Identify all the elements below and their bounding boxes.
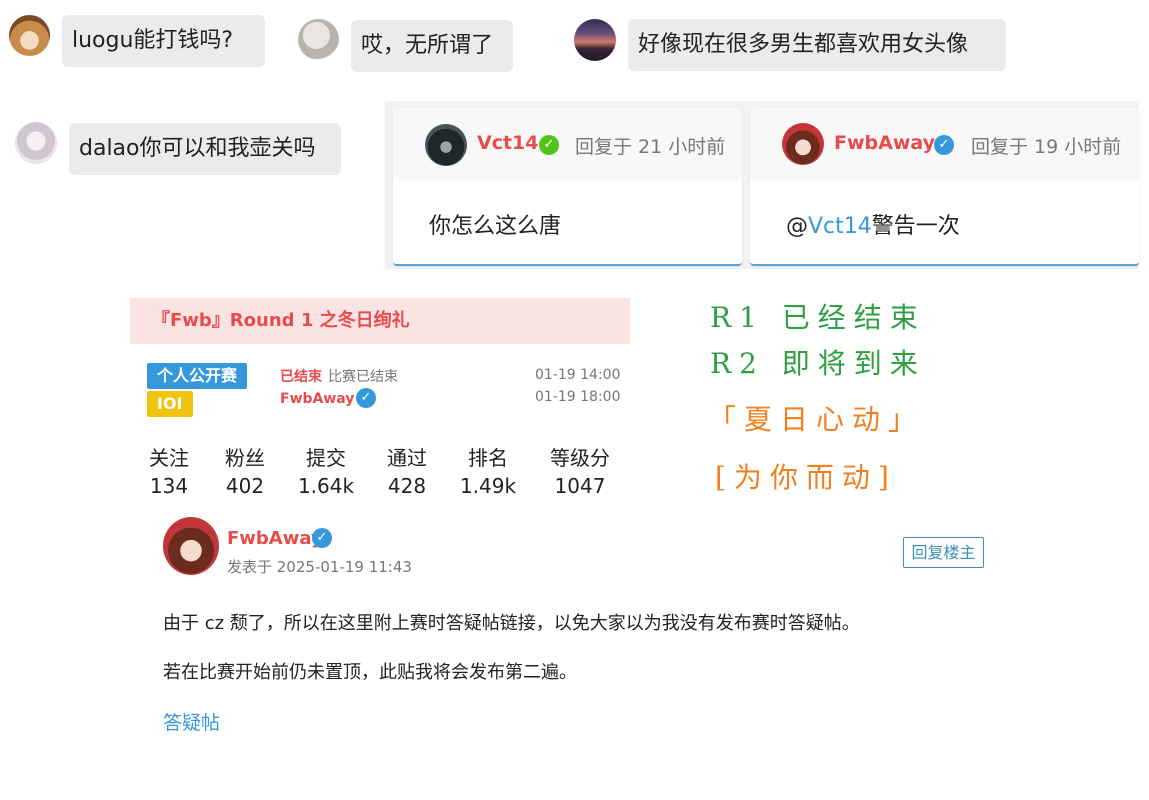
fwbaway-avatar[interactable]: [782, 123, 824, 165]
post-author-avatar[interactable]: [163, 517, 219, 575]
stat-label-rank: 排名: [468, 446, 508, 470]
reply-author[interactable]: Vct14: [477, 132, 539, 154]
mention-prefix: @: [786, 214, 808, 239]
contest-title[interactable]: 『Fwb』Round 1 之冬日绚礼: [130, 298, 630, 344]
contest-status: 已结束: [280, 369, 322, 385]
horse-avatar[interactable]: [298, 19, 339, 60]
verified-check-icon: ✓: [539, 135, 559, 155]
chat-message-text: 哎，无所谓了: [361, 33, 494, 58]
reply-card: Vct14 ✓ 回复于 21 小时前 你怎么这么唐: [393, 108, 742, 266]
chat-message-text: 好像现在很多男生都喜欢用女头像: [638, 32, 969, 57]
dog-avatar[interactable]: [9, 15, 50, 56]
reply-to-op-button[interactable]: 回复楼主: [903, 537, 984, 568]
verified-check-icon: ✓: [934, 135, 954, 155]
stat-label-follow: 关注: [149, 446, 189, 470]
verified-check-icon: ✓: [312, 528, 332, 548]
stat-label-rating: 等级分: [550, 446, 610, 470]
stat-value-rating: 1047: [554, 474, 606, 498]
contest-organizer[interactable]: FwbAway: [280, 391, 354, 407]
vct14-avatar[interactable]: [425, 124, 467, 166]
chat-bubble: 哎，无所谓了: [351, 20, 513, 72]
stat-value-accepted: 428: [387, 474, 427, 498]
post-author[interactable]: FwbAway: [227, 528, 323, 549]
chat-message-text: luogu能打钱吗?: [72, 28, 234, 53]
contest-end-time: 01-19 18:00: [535, 389, 621, 405]
post-paragraph: 若在比赛开始前仍未置顶，此贴我将会发布第二遍。: [163, 662, 577, 683]
chat-message-text: dalao你可以和我壶关吗: [79, 136, 316, 161]
handwriting-line-4: [为你而动]: [715, 461, 897, 494]
contest-type-tag: 个人公开赛: [147, 363, 248, 389]
chat-bubble: dalao你可以和我壶关吗: [69, 123, 341, 175]
reply-card: FwbAway ✓ 回复于 19 小时前 @Vct14警告一次: [750, 108, 1139, 266]
reply-time: 回复于 19 小时前: [971, 136, 1122, 158]
stat-label-accepted: 通过: [387, 446, 427, 470]
stat-value-submits: 1.64k: [297, 474, 355, 498]
reply-time: 回复于 21 小时前: [575, 136, 726, 158]
qa-thread-link[interactable]: 答疑帖: [163, 708, 220, 735]
stat-label-submits: 提交: [306, 446, 346, 470]
contest-start-time: 01-19 14:00: [535, 367, 621, 383]
reply-author[interactable]: FwbAway: [834, 132, 935, 154]
mention-link[interactable]: Vct14: [808, 214, 872, 239]
handwriting-line-2: R2 即将到来: [710, 347, 926, 380]
handwriting-line-3: 「夏日心动」: [708, 403, 925, 436]
reply-body: @Vct14警告一次: [786, 208, 960, 240]
handwriting-line-1: R1 已经结束: [710, 301, 926, 334]
reply-body: 你怎么这么唐: [429, 214, 562, 239]
post-paragraph: 由于 cz 颓了，所以在这里附上赛时答疑帖链接，以免大家以为我没有发布赛时答疑帖…: [163, 613, 860, 634]
reply-body-text: 警告一次: [871, 214, 960, 239]
chat-bubble: 好像现在很多男生都喜欢用女头像: [628, 19, 1006, 71]
stat-label-fans: 粉丝: [225, 446, 265, 470]
stat-value-rank: 1.49k: [459, 474, 517, 498]
contest-format-tag: IOI: [147, 391, 193, 417]
stat-value-follow[interactable]: 134: [129, 474, 209, 498]
post-meta: 发表于 2025-01-19 11:43: [227, 558, 412, 576]
contest-status-detail: 比赛已结束: [328, 369, 398, 385]
chat-bubble: luogu能打钱吗?: [62, 15, 265, 67]
verified-check-icon: ✓: [356, 388, 376, 408]
stat-value-fans[interactable]: 402: [205, 474, 285, 498]
sunset-avatar[interactable]: [574, 19, 616, 61]
anime-girl-avatar[interactable]: [15, 122, 57, 164]
